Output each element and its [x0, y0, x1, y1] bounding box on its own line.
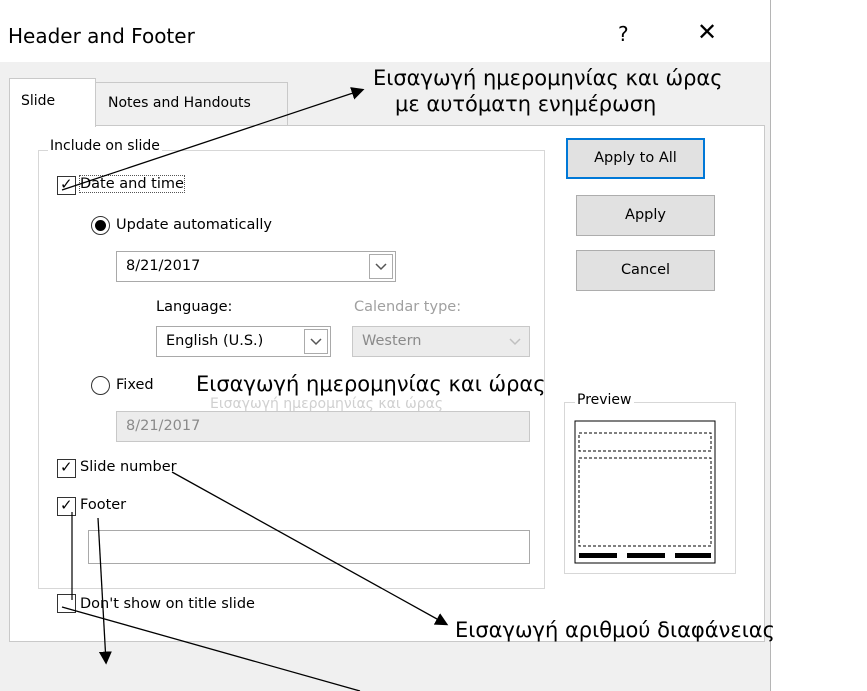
check-icon: ✓: [60, 175, 73, 193]
apply-to-all-button[interactable]: Apply to All: [566, 138, 705, 179]
date-time-label: Date and time: [79, 175, 185, 193]
tab-slide-label: Slide: [21, 93, 56, 109]
slide-preview-icon: [574, 420, 716, 564]
language-value: English (U.S.): [166, 333, 264, 349]
footer-checkbox[interactable]: ✓: [57, 496, 76, 516]
tab-slide[interactable]: Slide: [9, 78, 96, 127]
fixed-label: Fixed: [116, 377, 154, 393]
update-automatically-radio[interactable]: [91, 216, 110, 235]
annotation-top-line1: Εισαγωγή ημερομηνίας και ώρας: [373, 66, 723, 90]
update-automatically-label: Update automatically: [116, 217, 272, 233]
preview-label: Preview: [575, 392, 634, 408]
apply-button[interactable]: Apply: [576, 195, 715, 236]
include-on-slide-label: Include on slide: [48, 138, 162, 154]
tab-notes-label: Notes and Handouts: [108, 95, 251, 111]
language-label: Language:: [156, 299, 233, 315]
fixed-date-value: 8/21/2017: [126, 418, 201, 434]
fixed-radio[interactable]: [91, 376, 110, 395]
slide-number-label: Slide number: [80, 459, 177, 475]
language-dropdown[interactable]: English (U.S.): [156, 326, 331, 357]
cancel-button[interactable]: Cancel: [576, 250, 715, 291]
include-on-slide-group: [38, 150, 545, 589]
fixed-date-field: 8/21/2017: [116, 411, 530, 442]
annotation-middle: Εισαγωγή ημερομηνίας και ώρας: [196, 372, 546, 396]
annotation-bottom: Εισαγωγή αριθμού διαφάνειας: [455, 618, 775, 642]
tab-notes-and-handouts[interactable]: Notes and Handouts: [94, 82, 288, 126]
date-format-value: 8/21/2017: [126, 258, 201, 274]
slide-number-checkbox[interactable]: ✓: [57, 458, 76, 478]
footer-label: Footer: [80, 497, 127, 513]
check-icon: ✓: [60, 458, 73, 476]
chevron-down-icon: [503, 329, 527, 354]
footer-text-input[interactable]: [88, 530, 530, 564]
dont-show-title-label: Don't show on title slide: [80, 596, 255, 612]
check-icon: ✓: [60, 496, 73, 514]
annotation-top-line2: με αυτόματη ενημέρωση: [395, 92, 657, 116]
close-button[interactable]: ✕: [697, 18, 717, 46]
annotation-middle-faded: Εισαγωγή ημερομηνίας και ώρας: [210, 396, 444, 412]
chevron-down-icon[interactable]: [369, 254, 393, 279]
calendar-type-value: Western: [362, 333, 422, 349]
calendar-type-label: Calendar type:: [354, 299, 462, 315]
dont-show-title-checkbox[interactable]: [57, 594, 76, 613]
date-format-dropdown[interactable]: 8/21/2017: [116, 251, 396, 282]
help-button[interactable]: ?: [618, 22, 629, 46]
radio-dot-icon: [95, 220, 106, 231]
calendar-type-dropdown: Western: [352, 326, 530, 357]
dialog-title: Header and Footer: [8, 24, 195, 48]
date-time-checkbox[interactable]: ✓: [57, 175, 76, 195]
title-bar: Header and Footer ? ✕: [0, 0, 770, 62]
preview-group: [564, 402, 736, 574]
chevron-down-icon[interactable]: [304, 329, 328, 354]
